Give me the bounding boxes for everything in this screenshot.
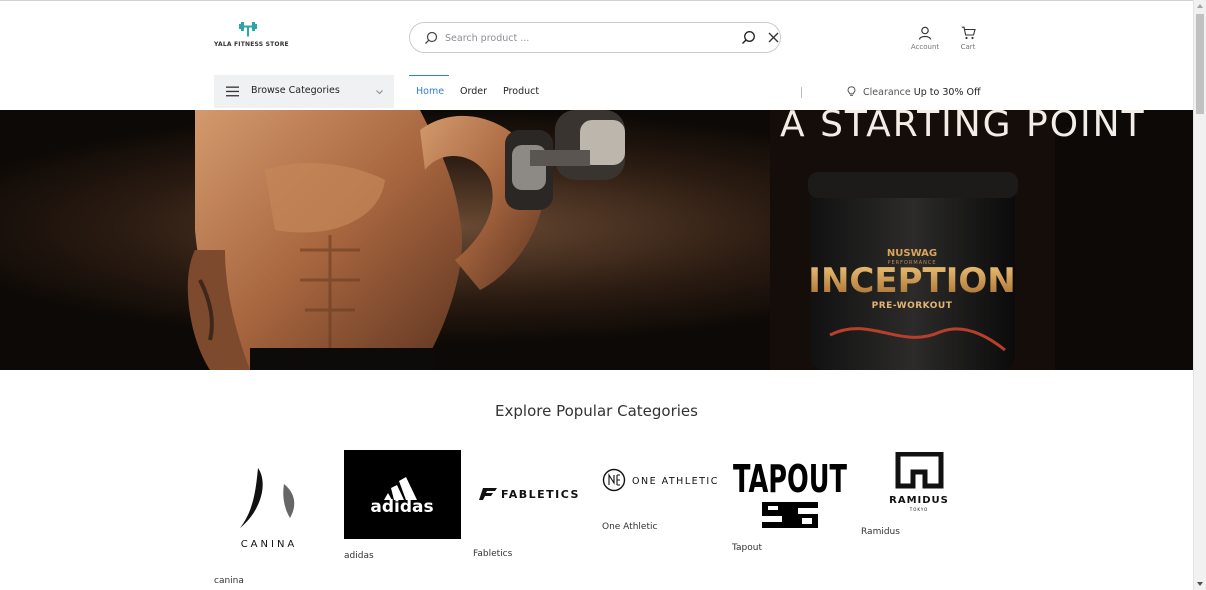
product-name: INCEPTION (808, 261, 1015, 301)
section-title: Explore Popular Categories (495, 402, 698, 420)
hamburger-menu-icon (226, 86, 239, 97)
ramidus-logo: RAMIDUS TOKYO (889, 452, 949, 512)
clearance-highlight: Up to 30% Off (913, 87, 981, 98)
browse-categories-dropdown[interactable]: Browse Categories (214, 75, 394, 108)
account-button[interactable]: Account (905, 26, 945, 56)
brand-card-adidas[interactable]: adidas adidas (344, 450, 461, 565)
one-athletic-logo-text: ONE ATHLETIC (632, 476, 719, 487)
tapout-logo-text: TAPOUT (733, 457, 847, 501)
nav-product[interactable]: Product (503, 86, 539, 97)
one-athletic-logo: ONE ATHLETIC (602, 468, 719, 492)
nav-order[interactable]: Order (460, 86, 487, 97)
search-icon (425, 31, 438, 44)
brand-card-ramidus[interactable]: RAMIDUS TOKYO Ramidus (861, 452, 979, 542)
brand-name-fabletics: Fabletics (473, 549, 513, 559)
cart-label: Cart (960, 43, 976, 51)
cart-icon (961, 26, 976, 40)
hero-banner-art: A STARTING POINT NUSWAG PERFORMANCE INCE… (0, 110, 1193, 370)
fabletics-logo-text: FABLETICS (501, 488, 580, 501)
window-top-border (0, 0, 1206, 1)
close-icon[interactable] (767, 31, 780, 44)
brand-card-tapout[interactable]: TAPOUT Tapout (732, 450, 850, 558)
ramidus-logo-sub: TOKYO (909, 507, 928, 512)
brand-name-one-athletic: One Athletic (602, 522, 658, 532)
cart-button[interactable]: Cart (948, 26, 988, 56)
search-bar (409, 22, 781, 53)
page-scrollbar[interactable] (1193, 0, 1206, 590)
canina-logo-text: CANINA (241, 539, 298, 550)
clearance-prefix: Clearance (863, 87, 911, 98)
lightbulb-icon (847, 86, 856, 96)
dumbbell-logo-icon (239, 22, 257, 37)
account-label: Account (910, 43, 940, 51)
browse-categories-label: Browse Categories (251, 85, 340, 96)
brand-name-ramidus: Ramidus (861, 527, 900, 537)
search-input[interactable] (445, 29, 725, 47)
user-icon (918, 26, 932, 40)
nav-home[interactable]: Home (416, 86, 444, 97)
brand-name-adidas: adidas (344, 551, 374, 561)
tapout-logo: TAPOUT (733, 457, 847, 528)
brand-card-canina[interactable]: CANINA canina (214, 462, 324, 588)
hero-headline: A STARTING POINT (780, 110, 1146, 145)
scroll-up-arrow-icon[interactable] (1197, 4, 1203, 8)
store-logo[interactable]: YALA FITNESS STORE (214, 20, 289, 52)
adidas-logo: adidas (344, 450, 461, 539)
ramidus-logo-text: RAMIDUS (889, 495, 949, 506)
product-brand: NUSWAG (887, 248, 937, 259)
nav-divider (801, 87, 802, 98)
product-type: PRE-WORKOUT (872, 301, 953, 311)
canina-logo: CANINA (240, 468, 298, 550)
logo-text: YALA FITNESS STORE (214, 41, 289, 48)
clearance-promo-link[interactable]: Clearance Up to 30% Off (846, 86, 981, 98)
search-submit-icon[interactable] (741, 30, 756, 45)
active-tab-indicator (409, 75, 449, 76)
chevron-down-icon (376, 90, 383, 95)
adidas-logo-text: adidas (370, 497, 433, 517)
brand-card-fabletics[interactable]: FABLETICS Fabletics (473, 480, 590, 562)
scroll-down-arrow-icon[interactable] (1197, 582, 1203, 586)
scrollbar-thumb[interactable] (1196, 14, 1204, 114)
hero-banner[interactable]: A STARTING POINT NUSWAG PERFORMANCE INCE… (0, 110, 1193, 370)
brand-name-canina: canina (214, 576, 244, 586)
fabletics-logo: FABLETICS (479, 488, 580, 501)
brand-name-tapout: Tapout (732, 543, 762, 553)
brand-card-one-athletic[interactable]: ONE ATHLETIC One Athletic (602, 465, 722, 537)
